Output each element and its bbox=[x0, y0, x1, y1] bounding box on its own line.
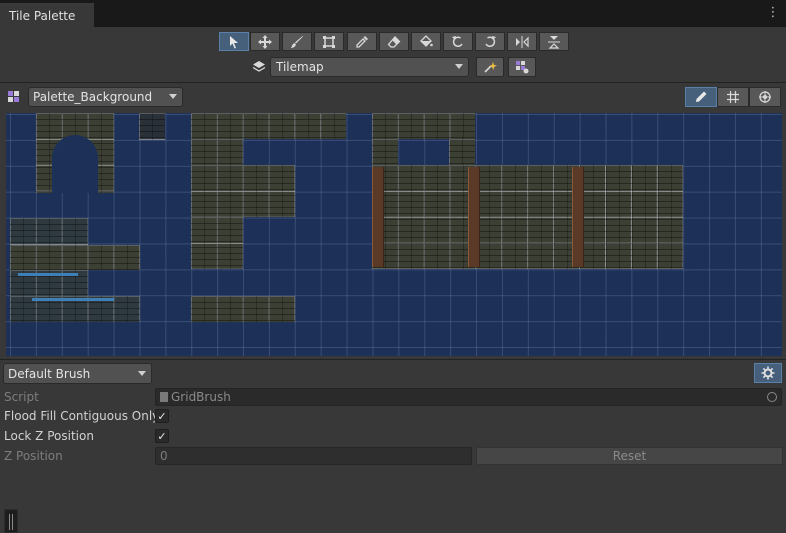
brush-dropdown-value: Default Brush bbox=[8, 367, 91, 381]
brick-tile[interactable] bbox=[191, 296, 295, 322]
palette-dropdown-value: Palette_Background bbox=[33, 90, 153, 104]
select-arrow-icon bbox=[230, 35, 238, 48]
brick-tile[interactable] bbox=[191, 139, 243, 165]
resize-handle[interactable] bbox=[4, 509, 18, 533]
box-fill-tool-button[interactable] bbox=[314, 32, 344, 51]
flip-x-icon bbox=[516, 35, 529, 48]
flip-x-button[interactable] bbox=[507, 32, 537, 51]
target-palette-button[interactable] bbox=[508, 57, 536, 77]
brick-tile[interactable] bbox=[191, 113, 346, 139]
reset-button[interactable]: Reset bbox=[476, 447, 783, 465]
box-fill-icon bbox=[323, 35, 335, 48]
target-edit-button[interactable] bbox=[476, 57, 504, 77]
brick-tile[interactable] bbox=[372, 139, 398, 165]
flip-y-button[interactable] bbox=[539, 32, 569, 51]
active-tilemap-value: Tilemap bbox=[276, 60, 324, 74]
active-tilemap-dropdown[interactable]: Tilemap bbox=[270, 57, 469, 77]
grid-icon bbox=[727, 91, 739, 103]
platform-tile[interactable] bbox=[10, 218, 88, 245]
palette-icon bbox=[8, 91, 19, 102]
gizmo-icon bbox=[759, 91, 771, 103]
brick-tile[interactable] bbox=[191, 165, 295, 217]
eyedropper-icon bbox=[356, 35, 368, 48]
window-tab-strip bbox=[0, 0, 786, 27]
paint-brush-icon bbox=[291, 35, 303, 48]
z-position-label: Z Position bbox=[4, 449, 63, 463]
move-tool-button[interactable] bbox=[250, 32, 280, 51]
dark-tile[interactable] bbox=[139, 113, 165, 140]
edit-pencil-icon bbox=[696, 91, 707, 102]
magic-wand-icon bbox=[484, 62, 497, 73]
chevron-down-icon bbox=[138, 371, 146, 376]
edit-palette-button[interactable] bbox=[685, 87, 717, 107]
brick-tile[interactable] bbox=[191, 217, 243, 269]
toggle-grid-button[interactable] bbox=[717, 87, 749, 107]
script-file-icon bbox=[160, 392, 168, 402]
select-tool-button[interactable] bbox=[219, 32, 249, 51]
divider bbox=[0, 359, 786, 360]
pick-tool-button[interactable] bbox=[347, 32, 377, 51]
gear-icon bbox=[761, 366, 775, 380]
rotate-cw-button[interactable] bbox=[475, 32, 505, 51]
lock-z-checkbox[interactable]: ✓ bbox=[155, 429, 169, 443]
divider bbox=[0, 82, 786, 83]
rotate-counterclockwise-icon bbox=[452, 35, 463, 47]
palette-dropdown[interactable]: Palette_Background bbox=[28, 87, 183, 107]
brick-tile[interactable] bbox=[449, 139, 475, 165]
tilemap-layers-icon bbox=[252, 61, 266, 72]
flood-fill-label: Flood Fill Contiguous Only bbox=[4, 409, 160, 423]
brush-dropdown[interactable]: Default Brush bbox=[3, 363, 152, 384]
arch-tile[interactable] bbox=[36, 113, 114, 193]
z-position-field[interactable]: 0 bbox=[155, 447, 472, 465]
rotate-ccw-button[interactable] bbox=[443, 32, 473, 51]
erase-tool-button[interactable] bbox=[379, 32, 409, 51]
move-icon bbox=[258, 34, 272, 49]
paint-tool-button[interactable] bbox=[282, 32, 312, 51]
chevron-down-icon bbox=[455, 64, 463, 69]
rotate-clockwise-icon bbox=[485, 35, 496, 47]
brush-settings-button[interactable] bbox=[754, 363, 782, 383]
brick-tile[interactable] bbox=[10, 245, 140, 270]
flood-fill-tool-button[interactable] bbox=[411, 32, 441, 51]
more-options-icon[interactable]: ⋮ bbox=[766, 5, 780, 21]
flip-y-icon bbox=[548, 35, 560, 49]
flood-fill-checkbox[interactable]: ✓ bbox=[155, 409, 169, 423]
toggle-gizmos-button[interactable] bbox=[749, 87, 781, 107]
script-value: GridBrush bbox=[171, 390, 231, 404]
script-label: Script bbox=[4, 390, 39, 404]
tab-tile-palette[interactable]: Tile Palette bbox=[0, 3, 94, 27]
castle-wall-tile[interactable] bbox=[372, 165, 683, 269]
palette-grid-icon bbox=[516, 61, 529, 74]
brick-tile[interactable] bbox=[372, 113, 475, 139]
lock-z-label: Lock Z Position bbox=[4, 429, 94, 443]
tile-palette-grid[interactable] bbox=[6, 113, 782, 356]
chevron-down-icon bbox=[169, 94, 177, 99]
flood-fill-bucket-icon bbox=[420, 34, 433, 47]
platform-tile[interactable] bbox=[10, 296, 140, 322]
eraser-icon bbox=[387, 35, 401, 48]
object-picker-icon[interactable] bbox=[767, 392, 777, 402]
script-field[interactable]: GridBrush bbox=[155, 388, 782, 406]
